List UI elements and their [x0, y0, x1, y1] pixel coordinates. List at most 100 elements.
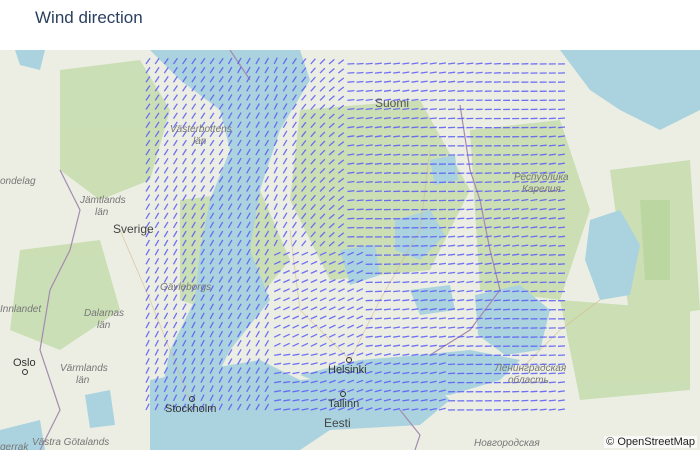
wind-arrow [466, 62, 474, 65]
wind-arrow [557, 217, 565, 220]
wind-arrow [365, 335, 373, 338]
wind-arrow [484, 317, 492, 320]
wind-arrow [448, 99, 456, 102]
wind-arrow [383, 181, 392, 184]
wind-arrow [530, 272, 538, 275]
label-varmlands-lan: län [76, 375, 90, 386]
wind-arrow [457, 217, 465, 220]
wind-arrow [484, 217, 492, 220]
wind-arrow [429, 108, 437, 111]
wind-arrow [512, 290, 520, 293]
wind-arrow [484, 308, 492, 311]
wind-arrow [448, 226, 456, 229]
page: Wind direction Suomi Sverige Eesti Helsi… [0, 0, 700, 450]
wind-arrow [457, 344, 465, 347]
wind-arrow [374, 190, 382, 193]
wind-arrow [457, 335, 465, 338]
lake [85, 390, 115, 428]
wind-arrow [374, 162, 382, 165]
wind-arrow [475, 190, 483, 193]
wind-arrow [457, 99, 465, 102]
wind-arrow [548, 390, 556, 393]
wind-arrow [484, 199, 492, 202]
wind-arrow [475, 208, 483, 211]
wind-arrow [411, 135, 419, 138]
map-area[interactable]: Suomi Sverige Eesti Helsinki Tallinn Sto… [0, 50, 700, 450]
wind-arrow [503, 199, 511, 202]
wind-arrow [356, 199, 364, 202]
wind-arrow [383, 135, 392, 138]
wind-arrow [512, 408, 520, 411]
wind-arrow [374, 171, 382, 174]
wind-arrow [475, 217, 483, 220]
wind-arrow [548, 153, 556, 156]
wind-arrow [429, 253, 437, 256]
wind-arrow [438, 80, 446, 83]
wind-arrow [438, 262, 446, 265]
wind-arrow [466, 235, 474, 238]
wind-arrow [356, 71, 364, 74]
label-varmlands: Värmlands [60, 363, 108, 374]
wind-arrow [457, 90, 465, 92]
wind-arrow [548, 235, 556, 238]
wind-arrow [493, 290, 501, 293]
wind-arrow [420, 108, 428, 111]
wind-arrow [402, 117, 410, 120]
wind-arrow [438, 344, 446, 347]
wind-arrow [374, 326, 382, 329]
wind-arrow [512, 299, 520, 302]
wind-arrow [429, 89, 437, 92]
wind-arrow [475, 71, 483, 74]
wind-arrow [493, 208, 501, 211]
map-canvas[interactable]: Suomi Sverige Eesti Helsinki Tallinn Sto… [0, 50, 700, 450]
wind-arrow [457, 226, 465, 229]
wind-arrow [521, 153, 529, 156]
wind-arrow [512, 162, 520, 165]
wind-arrow [539, 153, 547, 156]
wind-arrow [530, 390, 538, 393]
wind-arrow [539, 144, 547, 147]
wind-arrow [402, 308, 410, 311]
wind-arrow [448, 244, 456, 247]
wind-arrow [438, 89, 446, 92]
wind-arrow [356, 208, 364, 211]
label-helsinki: Helsinki [328, 364, 367, 376]
wind-arrow [539, 390, 547, 393]
wind-arrow [466, 226, 474, 229]
wind-arrow [356, 89, 364, 92]
wind-arrow [512, 153, 520, 156]
wind-arrow [503, 172, 511, 174]
wind-arrow [365, 181, 373, 184]
wind-arrow [411, 263, 419, 265]
wind-arrow [420, 271, 428, 275]
wind-arrow [383, 290, 392, 293]
wind-arrow [530, 162, 538, 165]
wind-arrow [557, 117, 566, 120]
wind-arrow [411, 272, 419, 275]
wind-arrow [484, 181, 492, 184]
wind-arrow [530, 153, 538, 156]
wind-arrow [475, 226, 483, 229]
wind-arrow [420, 117, 428, 120]
wind-arrow [393, 299, 401, 302]
attribution[interactable]: © OpenStreetMap [604, 436, 697, 448]
wind-arrow [411, 254, 419, 256]
wind-arrow [521, 399, 529, 402]
wind-arrow [548, 126, 556, 129]
wind-arrow [448, 217, 456, 220]
wind-arrow [420, 98, 428, 102]
wind-arrow [347, 71, 355, 74]
wind-arrow [557, 254, 566, 256]
wind-arrow [420, 262, 428, 265]
wind-arrow [438, 226, 447, 229]
wind-arrow [374, 144, 382, 147]
wind-arrow [374, 71, 382, 74]
wind-arrow [484, 299, 492, 302]
lake [430, 155, 458, 185]
wind-arrow [438, 108, 446, 111]
wind-arrow [365, 71, 373, 74]
wind-arrow [484, 208, 492, 211]
wind-arrow [448, 108, 456, 111]
wind-arrow [448, 363, 456, 366]
label-karelia-2: Карелия [522, 184, 561, 195]
